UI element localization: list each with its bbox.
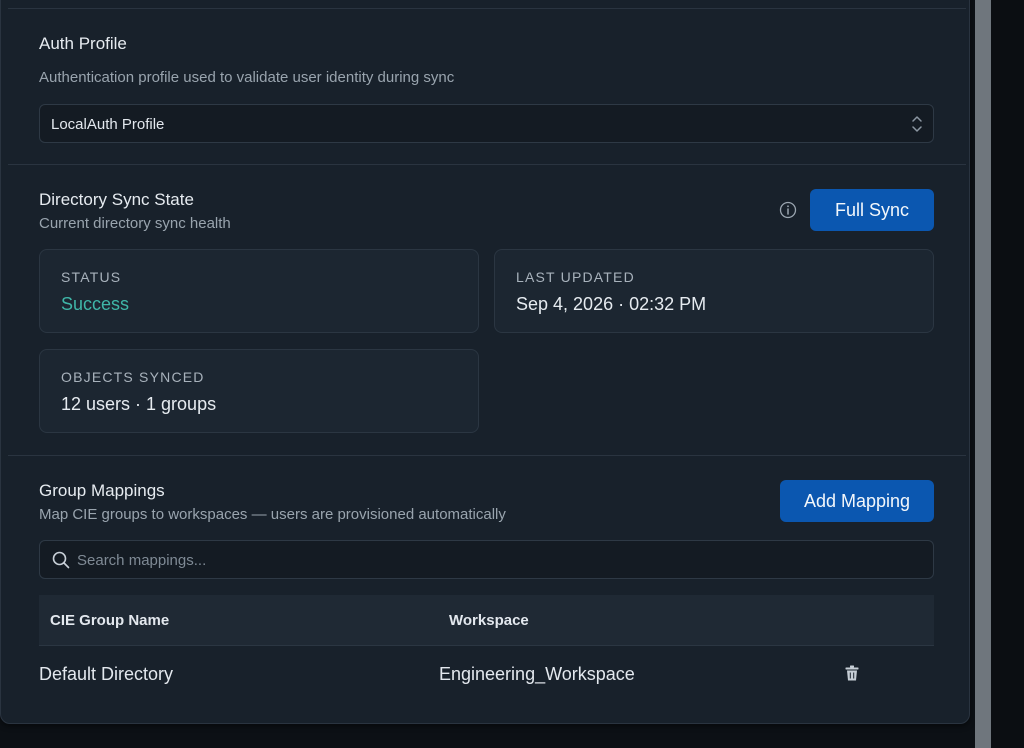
sync-state-subtitle: Current directory sync health [39, 215, 231, 232]
search-icon [52, 551, 70, 569]
last-updated-card: LAST UPDATED Sep 4, 2026 · 02:32 PM [494, 249, 934, 333]
section-divider [8, 455, 966, 456]
objects-synced-label: OBJECTS SYNCED [61, 369, 205, 385]
group-mappings-subtitle: Map CIE groups to workspaces — users are… [39, 506, 506, 523]
last-updated-value: Sep 4, 2026 · 02:32 PM [516, 294, 707, 314]
status-label: STATUS [61, 269, 122, 285]
objects-synced-card: OBJECTS SYNCED 12 users · 1 groups [39, 349, 479, 433]
add-mapping-button[interactable]: Add Mapping [780, 480, 934, 522]
section-divider [8, 8, 966, 9]
chevron-up-down-icon [912, 116, 922, 132]
full-sync-button[interactable]: Full Sync [810, 189, 934, 231]
auth-profile-select[interactable]: LocalAuth Profile [39, 104, 934, 143]
search-input[interactable] [77, 549, 897, 571]
auth-profile-description: Authentication profile used to validate … [39, 69, 455, 86]
status-value: Success [61, 294, 130, 314]
scrollbar[interactable] [975, 0, 991, 748]
table-row: Default Directory Engineering_Workspace [39, 647, 934, 699]
info-icon[interactable] [779, 201, 797, 219]
table-header: CIE Group Name Workspace [39, 595, 934, 646]
column-header-cie-group-name[interactable]: CIE Group Name [50, 612, 169, 629]
cell-workspace: Engineering_Workspace [439, 664, 635, 684]
group-mappings-title: Group Mappings [39, 481, 165, 500]
search-mappings [39, 540, 934, 579]
objects-synced-value: 12 users · 1 groups [61, 394, 217, 414]
last-updated-label: LAST UPDATED [516, 269, 635, 285]
sync-state-title: Directory Sync State [39, 190, 194, 209]
window-edge [991, 0, 1024, 748]
section-divider [8, 164, 966, 165]
cell-group-name: Default Directory [39, 664, 174, 684]
column-header-workspace[interactable]: Workspace [449, 612, 529, 629]
auth-profile-selected: LocalAuth Profile [51, 116, 165, 133]
auth-profile-title: Auth Profile [39, 34, 127, 53]
status-card: STATUS Success [39, 249, 479, 333]
trash-icon[interactable] [845, 665, 859, 681]
